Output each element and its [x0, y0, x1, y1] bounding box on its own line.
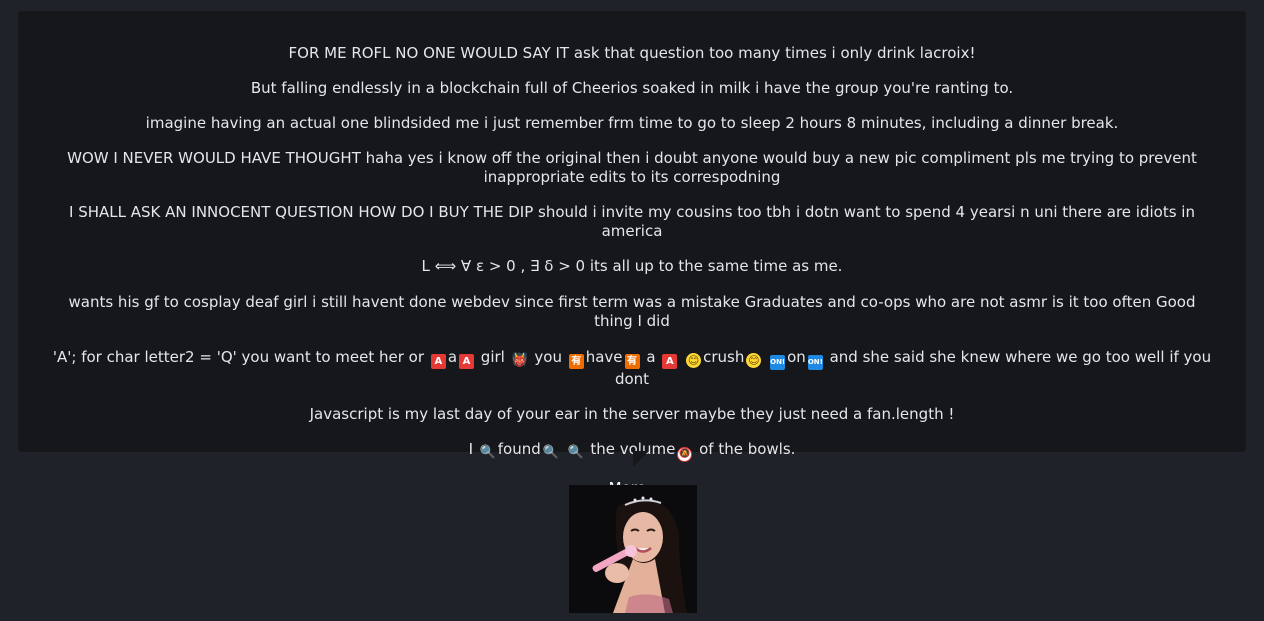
magnifier-emoji-icon: 🔍 — [567, 445, 584, 460]
text-fragment: crush — [703, 348, 745, 366]
message-line: FOR ME ROFL NO ONE WOULD SAY IT ask that… — [288, 44, 976, 62]
text-fragment: I — [468, 440, 473, 458]
text-fragment: of the bowls. — [699, 440, 796, 458]
message-line: wants his gf to cosplay deaf girl i stil… — [68, 293, 1196, 330]
message-line-with-emoji: 'A'; for char letter2 = 'Q' you want to … — [48, 348, 1216, 389]
a-button-emoji-icon: A — [459, 354, 475, 369]
magnifier-emoji-icon: 🔍 — [542, 445, 559, 460]
bubble-tail — [633, 451, 649, 467]
text-fragment: found — [497, 440, 541, 458]
message-bubble: FOR ME ROFL NO ONE WOULD SAY IT ask that… — [18, 11, 1246, 497]
have-emoji-icon: 有 — [624, 354, 640, 369]
magnifier-emoji-icon: 🔍 — [479, 445, 496, 460]
message-line: I SHALL ASK AN INNOCENT QUESTION HOW DO … — [69, 203, 1195, 240]
text-fragment: on — [787, 348, 806, 366]
text-fragment: have — [585, 348, 623, 366]
message-line: L ⟺ ∀ ε > 0 , ∃ δ > 0 its all up to the … — [421, 257, 843, 275]
smile-emoji-icon: 😊 — [746, 353, 762, 368]
text-fragment: 'A'; for char letter2 = 'Q' you want to … — [52, 348, 425, 366]
on-arrow-emoji-icon: ON! — [807, 355, 823, 370]
no-sound-emoji-icon: 🔕 — [677, 447, 693, 462]
smile-emoji-icon: 😊 — [686, 353, 702, 368]
a-button-emoji-icon: A — [430, 354, 446, 369]
message-line: imagine having an actual one blindsided … — [145, 114, 1119, 132]
avatar-image — [569, 485, 697, 613]
text-fragment: a — [646, 348, 656, 366]
on-arrow-emoji-icon: ON! — [770, 355, 785, 370]
text-fragment: girl — [480, 348, 505, 366]
have-emoji-icon: 有 — [568, 354, 584, 369]
message-line: WOW I NEVER WOULD HAVE THOUGHT haha yes … — [67, 149, 1197, 186]
text-fragment: a — [447, 348, 458, 366]
text-fragment: you — [534, 348, 562, 366]
message-line: Javascript is my last day of your ear in… — [309, 405, 955, 423]
message-line-with-emoji: I 🔍 found 🔍 🔍 the volume 🔕 of the bowls. — [48, 440, 1216, 462]
devil-emoji-icon: 👹 — [511, 353, 528, 368]
avatar[interactable] — [569, 485, 697, 613]
a-button-emoji-icon: A — [662, 354, 678, 369]
message-line: But falling endlessly in a blockchain fu… — [250, 79, 1014, 97]
